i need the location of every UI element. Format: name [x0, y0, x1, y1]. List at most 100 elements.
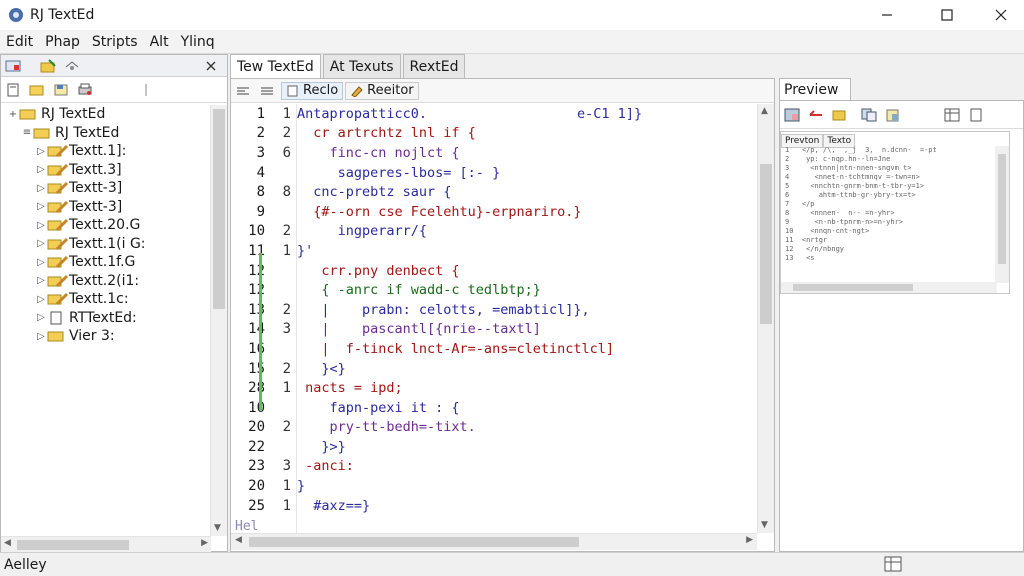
- menu-ylinq[interactable]: Ylinq: [175, 34, 221, 50]
- align-left-icon[interactable]: [234, 83, 252, 99]
- tree-item[interactable]: ▷ Textt.20.G: [1, 216, 227, 235]
- editor-scroll-down-icon[interactable]: ▼: [761, 520, 768, 530]
- code-line[interactable]: }': [297, 241, 757, 261]
- preview-back-icon[interactable]: [807, 107, 825, 123]
- status-table-icon[interactable]: [884, 556, 902, 576]
- preview-copy-icon[interactable]: [860, 107, 878, 123]
- tree-item[interactable]: ▷ Textt.1f.G: [1, 253, 227, 272]
- tree-item[interactable]: ▷ Textt.2(i1:: [1, 272, 227, 291]
- tree-item[interactable]: ≡ RJ TextEd: [1, 124, 227, 143]
- scroll-thumb-h[interactable]: [17, 540, 129, 550]
- code-line[interactable]: #axz==}: [297, 496, 757, 516]
- print-icon[interactable]: [76, 82, 94, 98]
- reclo-button[interactable]: Reclo: [281, 81, 344, 100]
- code-line[interactable]: ingperarr/{: [297, 222, 757, 242]
- code-line[interactable]: cnc-prebtz saur {: [297, 182, 757, 202]
- tree-item[interactable]: + RJ TextEd: [1, 105, 227, 124]
- explorer-vertical-scrollbar[interactable]: ▼: [210, 105, 227, 536]
- code-line[interactable]: }: [297, 476, 757, 496]
- code-line[interactable]: Antapropatticc0. e-C1 1]}: [297, 104, 757, 124]
- editor-tabs: Tew TextEd At Texuts RextEd: [230, 54, 467, 78]
- scroll-left-icon[interactable]: ◀: [4, 538, 11, 548]
- menu-stripts[interactable]: Stripts: [86, 34, 144, 50]
- code-line[interactable]: finc-cn nojlct {: [297, 143, 757, 163]
- expand-icon[interactable]: ▷: [35, 164, 47, 175]
- expand-icon[interactable]: ▷: [35, 275, 47, 286]
- scroll-right-icon[interactable]: ▶: [201, 538, 208, 548]
- settings-icon[interactable]: [63, 58, 81, 74]
- close-button[interactable]: [978, 0, 1024, 30]
- code-line[interactable]: -anci:: [297, 457, 757, 477]
- expand-icon[interactable]: ▷: [35, 183, 47, 194]
- code-line[interactable]: {#--orn cse Fcelehtu}-erpnariro.}: [297, 202, 757, 222]
- code-line[interactable]: | f-tinck lnct-Ar=-ans=cletinctlcl]: [297, 339, 757, 359]
- tree-item[interactable]: ▷ Textt.3]: [1, 161, 227, 180]
- editor-scroll-right-icon[interactable]: ▶: [746, 535, 753, 545]
- code-area[interactable]: Antapropatticc0. e-C1 1]} cr artrchtz lnl…: [297, 104, 757, 533]
- tree-item[interactable]: ▷ Textt.1(i G:: [1, 235, 227, 254]
- expand-icon[interactable]: ▷: [35, 146, 47, 157]
- tree-item[interactable]: ▷ Textt-3]: [1, 179, 227, 198]
- menu-edit[interactable]: Edit: [0, 34, 39, 50]
- tab-tew-texted[interactable]: Tew TextEd: [230, 54, 321, 78]
- expand-icon[interactable]: +: [7, 109, 19, 120]
- code-line[interactable]: }>}: [297, 437, 757, 457]
- preview-folder-icon[interactable]: [831, 107, 849, 123]
- pane-icon[interactable]: [4, 58, 22, 74]
- code-line[interactable]: sagperes-lbos= [:- }: [297, 163, 757, 183]
- expand-icon[interactable]: ▷: [35, 220, 47, 231]
- menu-phap[interactable]: Phap: [39, 34, 86, 50]
- code-line[interactable]: fapn-pexi it : {: [297, 398, 757, 418]
- editor-scroll-thumb[interactable]: [760, 164, 772, 324]
- editor-scroll-left-icon[interactable]: ◀: [235, 535, 242, 545]
- scroll-thumb[interactable]: [213, 109, 225, 309]
- expand-icon[interactable]: ▷: [35, 238, 47, 249]
- tree-item[interactable]: ▷ Vier 3:: [1, 327, 227, 346]
- explorer-horizontal-scrollbar[interactable]: ◀ ▶: [1, 536, 211, 553]
- code-line[interactable]: cr artrchtz lnl if {: [297, 124, 757, 144]
- code-line[interactable]: | prabn: celotts, =emabticl]},: [297, 300, 757, 320]
- editor-scroll-thumb-h[interactable]: [249, 537, 579, 547]
- reeitor-button[interactable]: Reeitor: [345, 81, 419, 100]
- code-line[interactable]: crr.pny denbect {: [297, 261, 757, 281]
- tree-item[interactable]: ▷ Textt.1]:: [1, 142, 227, 161]
- code-line[interactable]: { -anrc if wadd-c tedlbtp;}: [297, 280, 757, 300]
- maximize-button[interactable]: [924, 0, 970, 30]
- code-line[interactable]: }<}: [297, 359, 757, 379]
- collapse-icon[interactable]: ≡: [21, 127, 33, 138]
- close-panel-icon[interactable]: [202, 58, 220, 74]
- tab-rexted[interactable]: RextEd: [402, 54, 466, 78]
- code-line[interactable]: pry-tt-bedh=-tixt.: [297, 418, 757, 438]
- save-icon[interactable]: [52, 82, 70, 98]
- editor-vertical-scrollbar[interactable]: ▲ ▼: [757, 104, 774, 533]
- editor-horizontal-scrollbar[interactable]: ◀ ▶: [231, 533, 757, 550]
- expand-icon[interactable]: ▷: [35, 201, 47, 212]
- align-justify-icon[interactable]: [258, 83, 276, 99]
- preview-table-icon[interactable]: [943, 107, 961, 123]
- expand-icon[interactable]: ▷: [35, 294, 47, 305]
- code-line[interactable]: | pascantl[{nrie--taxtl]: [297, 320, 757, 340]
- preview-line: 8 <nnnen- n-- =n-yhr>: [785, 209, 895, 217]
- code-line[interactable]: nacts = ipd;: [297, 378, 757, 398]
- expand-icon[interactable]: ▷: [35, 312, 47, 323]
- tree-item[interactable]: ▷ Textt.1c:: [1, 290, 227, 309]
- doc-icon[interactable]: [4, 82, 22, 98]
- preview-vertical-scrollbar[interactable]: [995, 146, 1009, 283]
- minimize-button[interactable]: [864, 0, 910, 30]
- scroll-down-icon[interactable]: ▼: [214, 523, 221, 533]
- preview-tab[interactable]: Preview: [779, 78, 851, 100]
- expand-icon[interactable]: ▷: [35, 331, 47, 342]
- menu-alt[interactable]: Alt: [144, 34, 175, 50]
- tree-item[interactable]: ▷ Textt-3]: [1, 198, 227, 217]
- new-folder-icon[interactable]: [39, 58, 57, 74]
- preview-horizontal-scrollbar[interactable]: [781, 282, 997, 293]
- preview-line: 6 ahtm-ttnb-gr-ybry-tx=t>: [785, 191, 916, 199]
- folder-open-icon[interactable]: [28, 82, 46, 98]
- preview-grid-icon[interactable]: [783, 107, 801, 123]
- preview-paste-icon[interactable]: [884, 107, 902, 123]
- editor-scroll-up-icon[interactable]: ▲: [761, 106, 768, 116]
- tree-item[interactable]: ▷ RTTextEd:: [1, 309, 227, 328]
- expand-icon[interactable]: ▷: [35, 257, 47, 268]
- tab-at-texuts[interactable]: At Texuts: [322, 54, 401, 78]
- preview-page-icon[interactable]: [967, 107, 985, 123]
